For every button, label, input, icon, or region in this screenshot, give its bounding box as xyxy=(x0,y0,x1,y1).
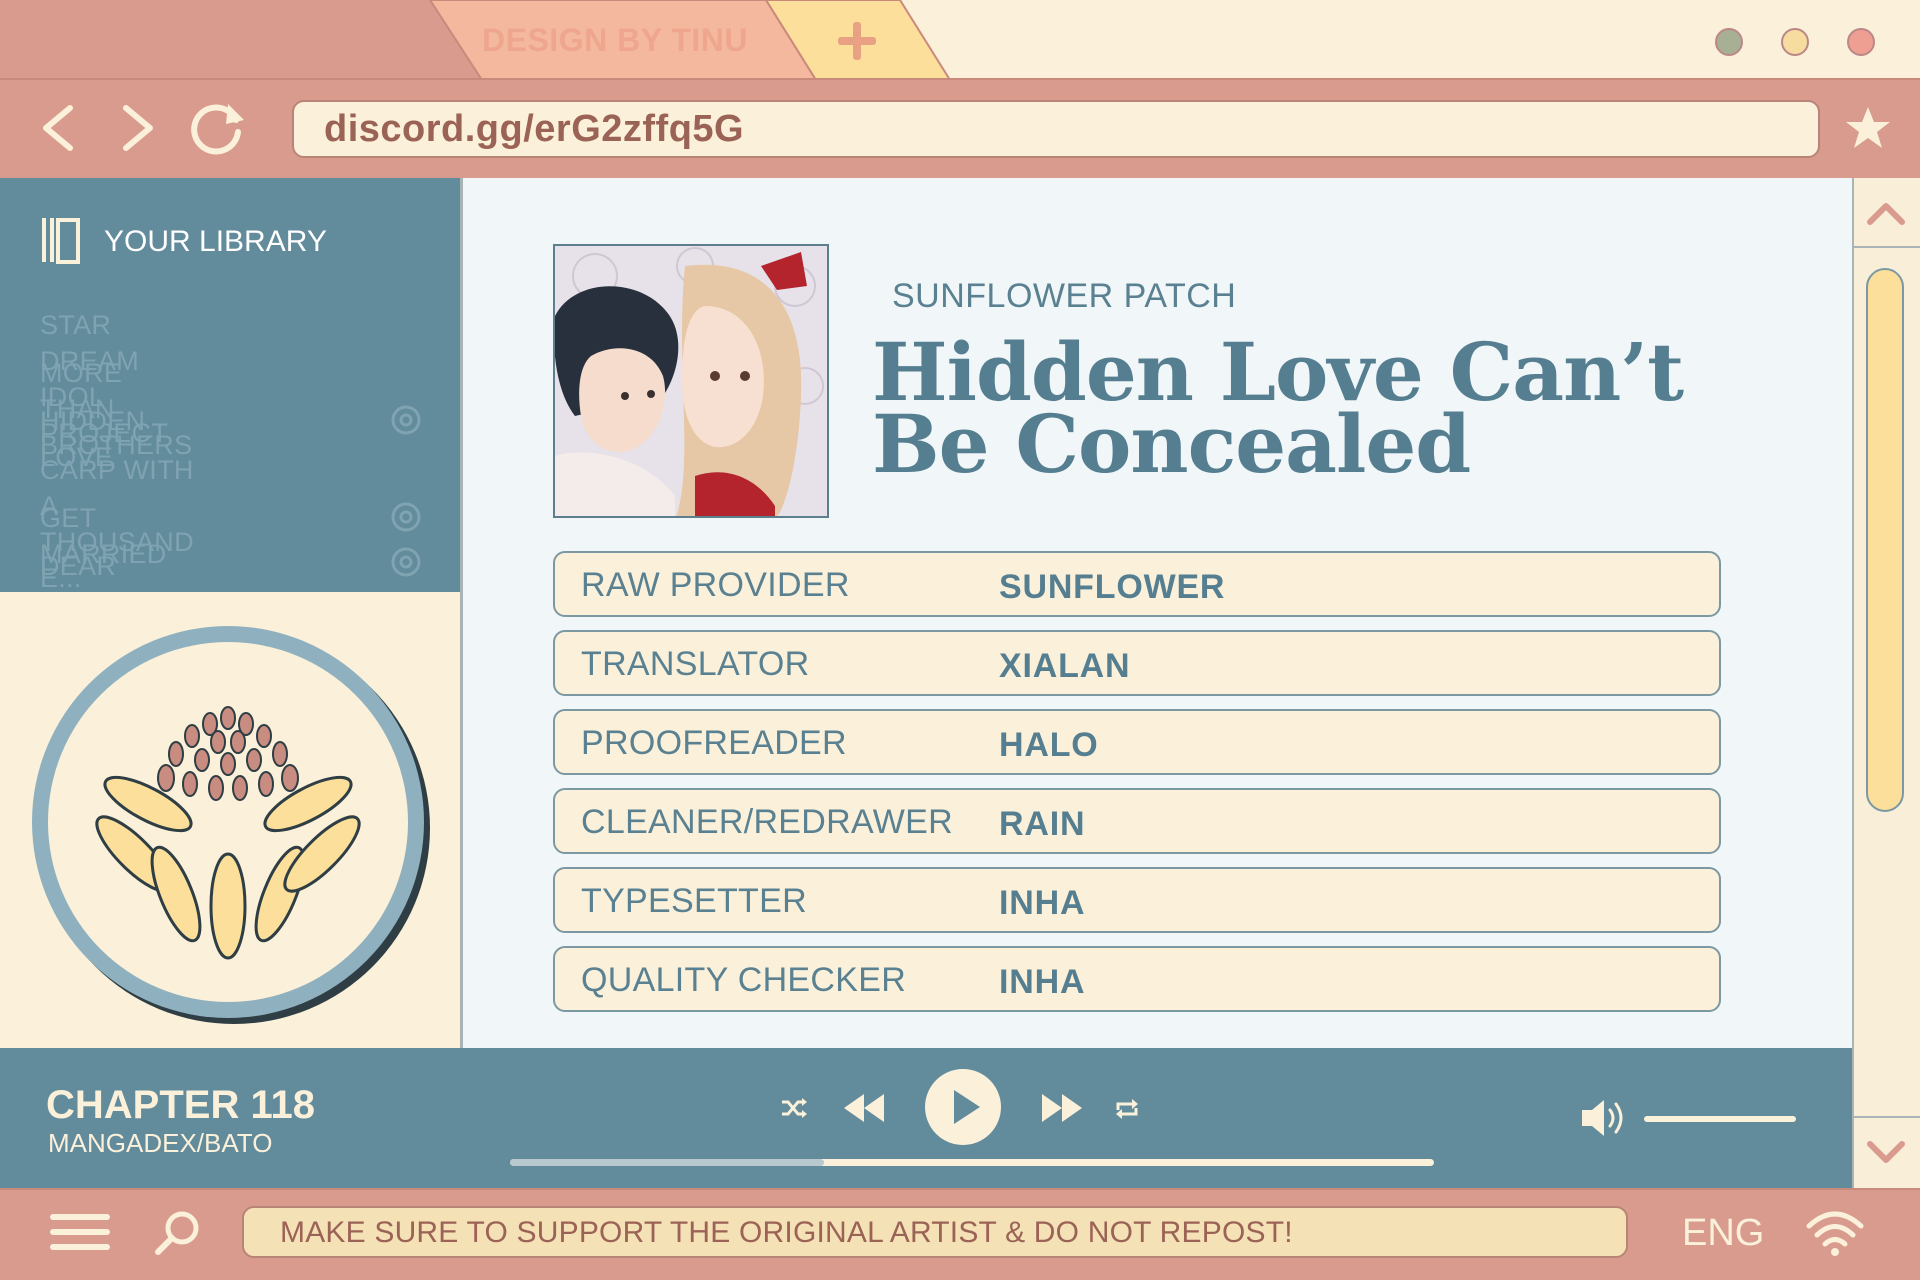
scrollbar-thumb[interactable] xyxy=(1866,268,1904,812)
wifi-icon xyxy=(1806,1211,1864,1256)
sunflower-logo xyxy=(26,618,436,1028)
forward-button[interactable] xyxy=(116,102,160,154)
chapter-source: MANGADEX/BATO xyxy=(48,1128,273,1158)
search-button[interactable] xyxy=(154,1208,202,1256)
hamburger-menu-icon xyxy=(50,1214,110,1250)
star-icon xyxy=(1846,107,1890,148)
credit-role: QUALITY CHECKER xyxy=(581,961,907,999)
shuffle-button[interactable] xyxy=(780,1094,808,1122)
progress-fill xyxy=(510,1159,825,1166)
credit-row-typesetter: TYPESETTER INHA xyxy=(553,867,1721,933)
credit-role: RAW PROVIDER xyxy=(581,566,850,604)
group-name: SUNFLOWER PATCH xyxy=(892,277,1237,315)
repeat-icon xyxy=(1116,1099,1138,1119)
rewind-button[interactable] xyxy=(842,1090,886,1126)
credit-name: INHA xyxy=(999,963,1086,1001)
play-icon xyxy=(925,1069,1001,1145)
cover-image xyxy=(553,244,829,518)
fast-forward-icon xyxy=(1042,1094,1082,1122)
scroll-up-button[interactable] xyxy=(1866,194,1906,234)
scroll-down-button[interactable] xyxy=(1866,1132,1906,1172)
credit-role: TRANSLATOR xyxy=(581,645,810,683)
credit-row-quality-checker: QUALITY CHECKER INHA xyxy=(553,946,1721,1012)
rewind-icon xyxy=(844,1094,884,1122)
scrollbar-divider xyxy=(1852,246,1920,248)
chapter-title: CHAPTER 118 xyxy=(46,1083,315,1127)
refresh-button[interactable] xyxy=(188,98,248,158)
search-icon xyxy=(155,1211,199,1255)
fast-forward-button[interactable] xyxy=(1040,1090,1084,1126)
menu-button[interactable] xyxy=(50,1212,110,1252)
refresh-icon xyxy=(191,104,244,155)
credit-row-proofreader: PROOFREADER HALO xyxy=(553,709,1721,775)
flower-badge-icon xyxy=(391,547,421,577)
play-button[interactable] xyxy=(924,1068,1002,1146)
back-arrow-icon xyxy=(43,105,73,151)
credit-role: PROOFREADER xyxy=(581,724,847,762)
credit-row-raw-provider: RAW PROVIDER SUNFLOWER xyxy=(553,551,1721,617)
credit-name: RAIN xyxy=(999,805,1086,843)
credit-row-translator: TRANSLATOR XIALAN xyxy=(553,630,1721,696)
language-indicator[interactable]: ENG xyxy=(1682,1210,1764,1256)
wifi-indicator xyxy=(1806,1208,1864,1258)
credit-name: SUNFLOWER xyxy=(999,568,1226,606)
series-title: Hidden Love Can’t Be Concealed xyxy=(872,332,1772,484)
chevron-up-icon xyxy=(1867,203,1905,225)
bookmark-button[interactable] xyxy=(1844,104,1892,152)
volume-button[interactable] xyxy=(1580,1096,1630,1140)
window-controls xyxy=(0,0,1920,80)
credit-role: TYPESETTER xyxy=(581,882,807,920)
chevron-down-icon xyxy=(1867,1141,1905,1163)
url-text: discord.gg/erG2zffq5G xyxy=(324,108,745,150)
notice-text: MAKE SURE TO SUPPORT THE ORIGINAL ARTIST… xyxy=(280,1216,1293,1249)
credit-role: CLEANER/REDRAWER xyxy=(581,803,953,841)
credit-name: XIALAN xyxy=(999,647,1131,685)
volume-icon xyxy=(1582,1100,1623,1136)
forward-arrow-icon xyxy=(123,105,153,151)
credit-name: INHA xyxy=(999,884,1086,922)
minimize-button[interactable] xyxy=(1715,28,1743,56)
scrollbar-divider xyxy=(1852,1116,1920,1118)
library-icon xyxy=(40,216,82,264)
back-button[interactable] xyxy=(36,102,80,154)
credit-row-cleaner-redrawer: CLEANER/REDRAWER RAIN xyxy=(553,788,1721,854)
close-button[interactable] xyxy=(1847,28,1875,56)
shuffle-icon xyxy=(782,1098,807,1118)
flower-badge-icon xyxy=(391,405,421,435)
credit-name: HALO xyxy=(999,726,1099,764)
volume-slider[interactable] xyxy=(1644,1116,1796,1122)
maximize-button[interactable] xyxy=(1781,28,1809,56)
library-title: YOUR LIBRARY xyxy=(104,225,327,258)
flower-badge-icon xyxy=(391,502,421,532)
repeat-button[interactable] xyxy=(1114,1096,1140,1122)
